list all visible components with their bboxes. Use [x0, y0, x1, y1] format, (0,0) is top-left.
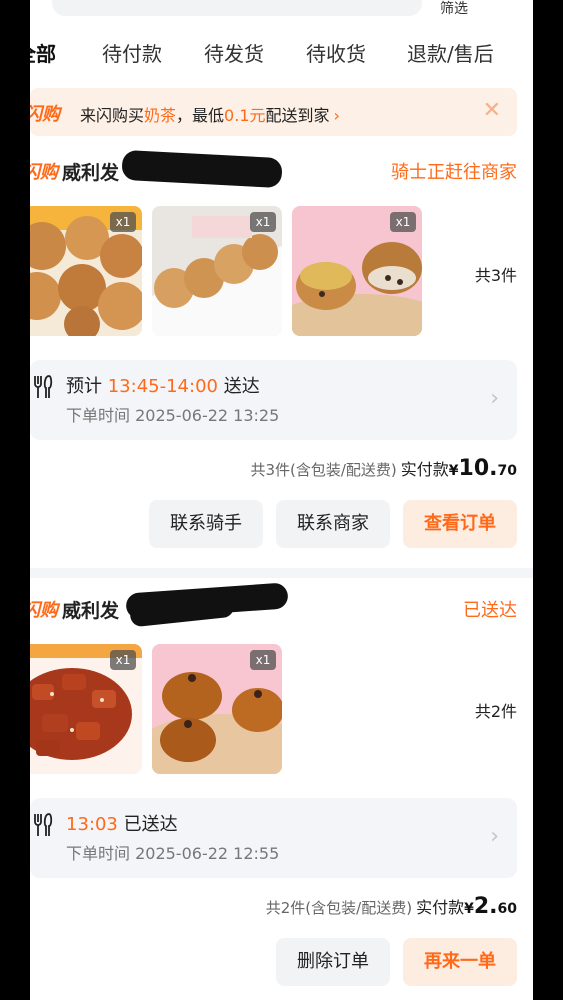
pay-label: 实付款: [416, 898, 465, 917]
promo-text-a: 来闪购买: [80, 106, 145, 125]
quantity-badge: x1: [390, 212, 416, 232]
product-thumbnail[interactable]: x1: [152, 644, 282, 774]
view-order-button[interactable]: 查看订单: [403, 500, 517, 548]
amount-integer: 10.: [458, 456, 498, 481]
eta-time: 13:03: [66, 814, 118, 835]
shop-name[interactable]: 威利发: [62, 596, 119, 623]
product-thumbnail[interactable]: x1: [152, 206, 282, 336]
chevron-right-icon: ›: [333, 106, 340, 125]
fork-knife-icon: [34, 375, 53, 398]
order-card: 闪购 威利发 已送达 x1: [30, 582, 533, 1000]
amount-decimal: 70: [497, 463, 517, 479]
currency-symbol: ¥: [464, 901, 474, 917]
eta-prefix: 预计: [66, 376, 108, 397]
delete-order-button[interactable]: 删除订单: [276, 938, 390, 986]
filter-button[interactable]: 筛选: [440, 0, 468, 18]
promo-banner[interactable]: 闪购 来闪购买奶茶，最低0.1元配送到家› ✕: [30, 88, 517, 136]
order-status: 已送达: [463, 600, 517, 621]
quantity-badge: x1: [110, 650, 136, 670]
tab-pending-receipt[interactable]: 待收货: [306, 38, 366, 67]
eta-suffix: 已送达: [117, 814, 178, 835]
quantity-badge: x1: [250, 212, 276, 232]
total-text: 共2件(含包装/配送费): [265, 899, 413, 917]
amount-integer: 2.: [473, 894, 498, 919]
reorder-button[interactable]: 再来一单: [403, 938, 517, 986]
eta-suffix: 送达: [217, 376, 260, 397]
amount-decimal: 60: [497, 901, 517, 917]
close-icon[interactable]: ✕: [483, 98, 501, 123]
delivery-info[interactable]: 13:03 已送达 下单时间 2025-06-22 12:55 ›: [30, 798, 517, 878]
fork-knife-icon: [34, 813, 53, 836]
orders-screen: 筛选 全部 待付款 待发货 待收货 退款/售后 闪购 来闪购买奶茶，最低0.1元…: [30, 0, 533, 1000]
redaction-mark: [121, 149, 283, 189]
currency-symbol: ¥: [448, 463, 459, 479]
contact-rider-button[interactable]: 联系骑手: [149, 500, 263, 548]
flash-buy-logo: 闪购: [30, 600, 58, 621]
product-thumbnail[interactable]: x1: [30, 644, 142, 774]
flash-buy-logo: 闪购: [30, 104, 60, 125]
shop-name[interactable]: 威利发: [62, 158, 119, 185]
chevron-right-icon: ›: [490, 824, 499, 849]
order-status: 骑士正赶往商家: [391, 162, 517, 183]
divider: [30, 568, 533, 578]
item-count: 共2件: [474, 702, 517, 721]
search-bar[interactable]: [52, 0, 422, 16]
promo-text-e: 配送到家: [265, 106, 330, 125]
order-time: 下单时间 2025-06-22 13:25: [66, 406, 280, 425]
total-text: 共3件(含包装/配送费): [250, 461, 397, 479]
order-tabs: 全部 待付款 待发货 待收货 退款/售后: [30, 38, 533, 68]
promo-text: 来闪购买奶茶，最低0.1元配送到家 ›: [80, 102, 340, 126]
pay-label: 实付款: [400, 460, 449, 479]
tab-all[interactable]: 全部: [30, 38, 56, 67]
tab-pending-shipment[interactable]: 待发货: [204, 38, 264, 67]
order-card: 闪购 威利发 骑士正赶往商家 x1: [30, 149, 533, 560]
quantity-badge: x1: [110, 212, 136, 232]
order-total: 共3件(含包装/配送费) 实付款¥10.70: [250, 456, 517, 481]
product-thumbnail[interactable]: x1: [292, 206, 422, 336]
order-time: 下单时间 2025-06-22 12:55: [66, 844, 280, 863]
chevron-right-icon: ›: [490, 386, 499, 411]
promo-text-d: 0.1元: [224, 106, 266, 125]
quantity-badge: x1: [250, 650, 276, 670]
promo-text-b: 奶茶: [144, 106, 177, 125]
eta-line: 13:03 已送达: [66, 810, 178, 836]
delivery-info[interactable]: 预计 13:45-14:00 送达 下单时间 2025-06-22 13:25 …: [30, 360, 517, 440]
eta-line: 预计 13:45-14:00 送达: [66, 372, 260, 398]
promo-text-c: ，最低: [176, 106, 225, 125]
eta-time: 13:45-14:00: [107, 376, 218, 397]
item-count: 共3件: [474, 266, 517, 285]
contact-merchant-button[interactable]: 联系商家: [276, 500, 390, 548]
product-thumbnail[interactable]: x1: [30, 206, 142, 336]
order-total: 共2件(含包装/配送费) 实付款¥2.60: [266, 894, 517, 919]
tab-refund[interactable]: 退款/售后: [407, 38, 494, 67]
tab-pending-payment[interactable]: 待付款: [102, 38, 162, 67]
flash-buy-logo: 闪购: [30, 162, 58, 183]
